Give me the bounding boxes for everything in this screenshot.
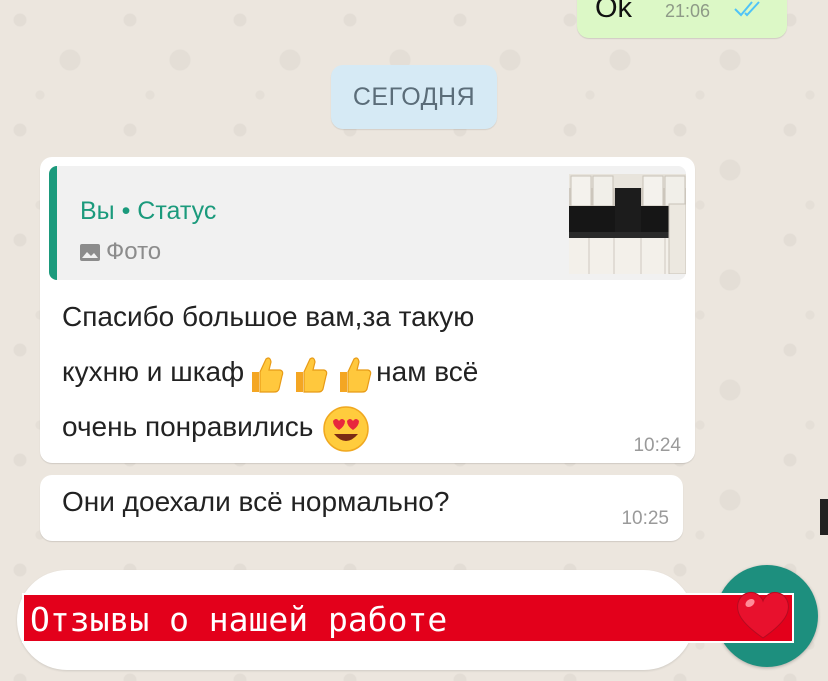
quote-media-row: Фото bbox=[80, 238, 161, 266]
incoming-message-bubble[interactable]: Вы • Статус Фото Спасибо большое вам,за … bbox=[40, 157, 695, 463]
message-body: Спасибо большое вам,за такую кухню и шка… bbox=[62, 289, 622, 454]
message-text: Они доехали всё нормально? bbox=[62, 486, 450, 517]
message-time: 10:24 bbox=[633, 435, 681, 456]
message-line: очень понравились bbox=[62, 399, 622, 454]
date-separator: СЕГОДНЯ bbox=[331, 65, 497, 129]
quoted-status-reply[interactable]: Вы • Статус Фото bbox=[49, 166, 686, 280]
promo-banner: Отзывы о нашей работе bbox=[22, 593, 794, 643]
red-heart-icon bbox=[737, 591, 789, 639]
message-line-text: нам всё bbox=[376, 356, 479, 387]
kitchen-photo-thumbnail[interactable] bbox=[569, 174, 686, 274]
quote-media-label: Фото bbox=[106, 238, 162, 265]
double-check-icon bbox=[734, 1, 760, 17]
thumbs-up-icon bbox=[296, 357, 328, 393]
message-line-text: очень понравились bbox=[62, 411, 314, 442]
outgoing-message-text: Ok bbox=[595, 0, 633, 24]
message-line-text: кухню и шкаф bbox=[62, 356, 245, 387]
thumbs-up-icon bbox=[252, 357, 284, 393]
outgoing-message-bubble[interactable]: Ok 21:06 bbox=[577, 0, 787, 38]
photo-icon bbox=[80, 243, 100, 261]
message-line: Спасибо большое вам,за такую bbox=[62, 301, 475, 332]
message-time: 10:25 bbox=[621, 508, 669, 529]
quote-accent-bar bbox=[49, 166, 57, 280]
quote-title: Вы • Статус bbox=[80, 197, 217, 225]
incoming-message-bubble[interactable]: Они доехали всё нормально? 10:25 bbox=[40, 475, 683, 541]
screen-edge-marker bbox=[820, 499, 828, 535]
message-line: кухню и шкаф нам всё bbox=[62, 344, 622, 399]
outgoing-message-time: 21:06 bbox=[665, 1, 711, 21]
heart-eyes-emoji-icon bbox=[323, 405, 370, 452]
promo-text: Отзывы о нашей работе bbox=[30, 600, 448, 639]
thumbs-up-icon bbox=[340, 357, 372, 393]
